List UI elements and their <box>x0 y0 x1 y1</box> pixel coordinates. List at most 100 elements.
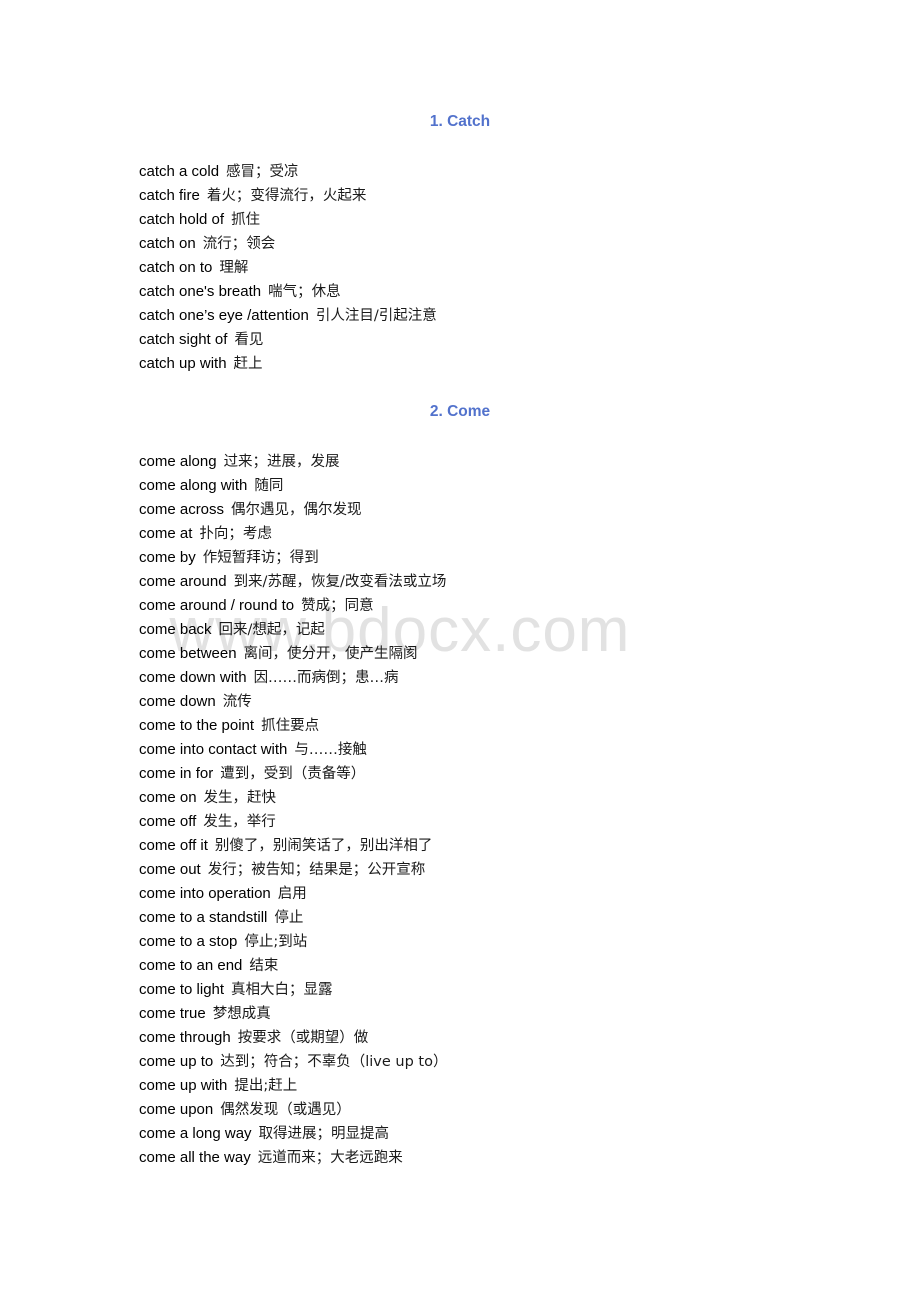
phrase-english: come off it <box>139 837 208 854</box>
phrase-english: come upon <box>139 1101 214 1118</box>
phrase-english: catch fire <box>139 187 200 204</box>
phrase-english: come back <box>139 621 212 638</box>
phrase-chinese: 按要求（或期望）做 <box>237 1030 369 1046</box>
phrase-english: come up with <box>139 1077 228 1094</box>
phrase-chinese: 过来；进展，发展 <box>223 454 340 470</box>
phrase-english: come around / round to <box>139 597 295 614</box>
phrase-english: come across <box>139 501 225 518</box>
phrase-entry: catch one's breath 喘气；休息 <box>139 280 437 304</box>
phrase-entry: come off it 别傻了，别闹笑话了，别出洋相了 <box>139 834 447 858</box>
phrase-chinese: 扑向；考虑 <box>199 526 272 542</box>
phrase-english: come to light <box>139 981 225 998</box>
phrase-entry: come to a standstill 停止 <box>139 906 447 930</box>
phrase-chinese: 停止 <box>274 910 304 926</box>
section-heading-catch: 1. Catch <box>429 113 491 130</box>
phrase-english: catch one’s eye /attention <box>139 307 309 324</box>
phrase-chinese: 发生，举行 <box>203 814 276 830</box>
phrase-english: come in for <box>139 765 214 782</box>
entry-list-catch: catch a cold 感冒；受凉 catch fire 着火；变得流行，火起来 ca… <box>139 160 437 376</box>
phrase-chinese: 偶尔遇见，偶尔发现 <box>231 502 362 518</box>
phrase-english: come to a standstill <box>139 909 268 926</box>
phrase-english: come between <box>139 645 237 662</box>
phrase-entry: come upon 偶然发现（或遇见） <box>139 1098 447 1122</box>
phrase-entry: catch a cold 感冒；受凉 <box>139 160 437 184</box>
phrase-chinese: 偶然发现（或遇见） <box>220 1102 351 1118</box>
phrase-entry: come up with 提出;赶上 <box>139 1074 447 1098</box>
phrase-english: come up to <box>139 1053 214 1070</box>
phrase-chinese: 远道而来；大老远跑来 <box>257 1150 403 1166</box>
phrase-chinese: 结束 <box>249 958 279 974</box>
phrase-entry: come true 梦想成真 <box>139 1002 447 1026</box>
phrase-chinese: 真相大白；显露 <box>231 982 333 998</box>
phrase-entry: catch up with 赶上 <box>139 352 437 376</box>
phrase-english: come a long way <box>139 1125 252 1142</box>
phrase-english: come down <box>139 693 216 710</box>
phrase-english: come by <box>139 549 196 566</box>
phrase-english: come true <box>139 1005 206 1022</box>
phrase-entry: catch on 流行；领会 <box>139 232 437 256</box>
phrase-entry: catch sight of 看见 <box>139 328 437 352</box>
phrase-entry: come in for 遭到，受到（责备等） <box>139 762 447 786</box>
phrase-chinese: 流行；领会 <box>202 236 276 252</box>
phrase-english: catch on <box>139 235 196 252</box>
phrase-english: come all the way <box>139 1149 251 1166</box>
phrase-entry: catch one’s eye /attention 引人注目/引起注意 <box>139 304 437 328</box>
phrase-english: come out <box>139 861 201 878</box>
phrase-english: catch hold of <box>139 211 225 228</box>
phrase-english: catch sight of <box>139 331 228 348</box>
phrase-chinese: 因……而病倒；患…病 <box>253 670 399 686</box>
phrase-chinese: 喘气；休息 <box>268 284 341 300</box>
phrase-entry: catch hold of 抓住 <box>139 208 437 232</box>
phrase-entry: come into operation 启用 <box>139 882 447 906</box>
phrase-english: come into operation <box>139 885 271 902</box>
phrase-entry: come back 回来/想起，记起 <box>139 618 447 642</box>
phrase-entry: come down with 因……而病倒；患…病 <box>139 666 447 690</box>
phrase-english: come to an end <box>139 957 243 974</box>
phrase-chinese: 抓住 <box>231 212 261 228</box>
phrase-entry: come between 离间，使分开，使产生隔阂 <box>139 642 447 666</box>
phrase-english: come into contact with <box>139 741 288 758</box>
phrase-entry: come into contact with 与……接触 <box>139 738 447 762</box>
phrase-chinese: 别傻了，别闹笑话了，别出洋相了 <box>214 838 433 854</box>
phrase-chinese: 理解 <box>219 260 249 276</box>
phrase-english: come off <box>139 813 197 830</box>
phrase-entry: come by 作短暂拜访；得到 <box>139 546 447 570</box>
phrase-entry: come out 发行；被告知；结果是；公开宣称 <box>139 858 447 882</box>
phrase-english: catch a cold <box>139 163 220 180</box>
phrase-entry: catch fire 着火；变得流行，火起来 <box>139 184 437 208</box>
phrase-entry: come to light 真相大白；显露 <box>139 978 447 1002</box>
phrase-entry: come a long way 取得进展；明显提高 <box>139 1122 447 1146</box>
section-heading-come: 2. Come <box>429 403 491 420</box>
phrase-entry: come around / round to 赞成；同意 <box>139 594 447 618</box>
phrase-chinese: 发生，赶快 <box>203 790 277 806</box>
phrase-chinese: 看见 <box>234 332 264 348</box>
phrase-entry: come to a stop 停止;到站 <box>139 930 447 954</box>
phrase-english: come along with <box>139 477 248 494</box>
phrase-chinese: 引人注目/引起注意 <box>315 308 437 324</box>
phrase-entry: come off 发生，举行 <box>139 810 447 834</box>
phrase-english: catch up with <box>139 355 227 372</box>
phrase-chinese: 作短暂拜访；得到 <box>202 550 319 566</box>
phrase-entry: come at 扑向；考虑 <box>139 522 447 546</box>
phrase-chinese: 赞成；同意 <box>301 598 374 614</box>
phrase-chinese: 遭到，受到（责备等） <box>220 766 366 782</box>
phrase-english: come to a stop <box>139 933 238 950</box>
phrase-chinese: 取得进展；明显提高 <box>258 1126 390 1142</box>
phrase-chinese: 赶上 <box>233 356 263 372</box>
phrase-entry: catch on to 理解 <box>139 256 437 280</box>
phrase-entry: come down 流传 <box>139 690 447 714</box>
phrase-entry: come on 发生，赶快 <box>139 786 447 810</box>
phrase-english: come down with <box>139 669 247 686</box>
phrase-english: catch on to <box>139 259 213 276</box>
phrase-chinese: 提出;赶上 <box>234 1078 298 1094</box>
phrase-chinese: 启用 <box>277 886 307 902</box>
phrase-english: come at <box>139 525 193 542</box>
phrase-chinese: 达到；符合；不辜负（live up to） <box>220 1054 448 1070</box>
phrase-english: come along <box>139 453 217 470</box>
phrase-entry: come along with 随同 <box>139 474 447 498</box>
phrase-chinese: 抓住要点 <box>261 718 320 734</box>
phrase-entry: come to an end 结束 <box>139 954 447 978</box>
phrase-chinese: 流传 <box>222 694 252 710</box>
phrase-entry: come across 偶尔遇见，偶尔发现 <box>139 498 447 522</box>
phrase-entry: come through 按要求（或期望）做 <box>139 1026 447 1050</box>
